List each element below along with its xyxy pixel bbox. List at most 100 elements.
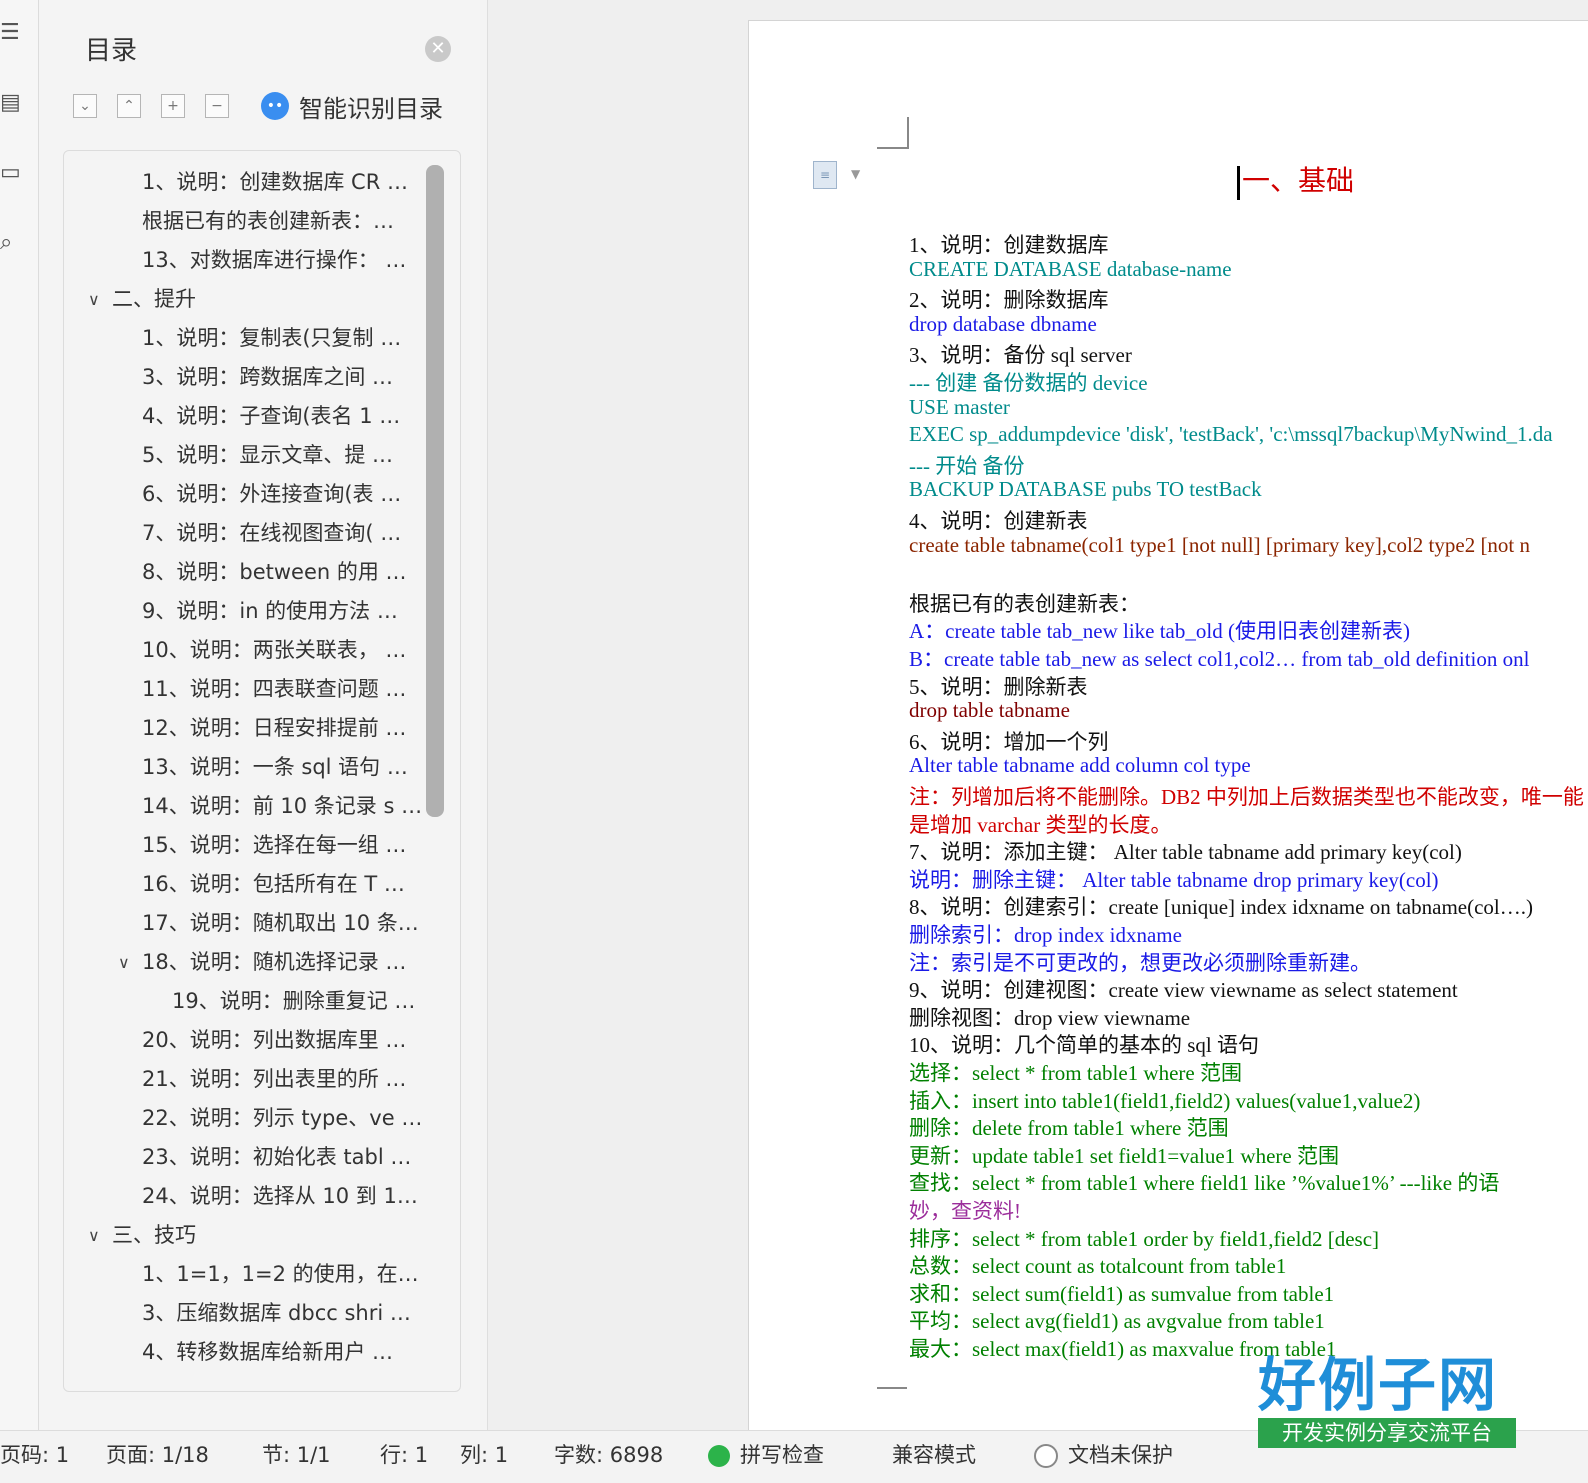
toc-item[interactable]: 15、说明：选择在每一组 … — [64, 826, 424, 865]
doc-line: 查找：select * from table1 where field1 lik… — [909, 1171, 1500, 1196]
doc-line: 5、说明：删除新表 — [909, 674, 1088, 699]
toc-item[interactable]: 24、说明：选择从 10 到 1 … — [64, 1177, 424, 1216]
document-page[interactable]: ≡ ▼ 一、基础 1、说明：创建数据库 CREATE DATABASE datab… — [748, 20, 1588, 1451]
list-icon[interactable]: ☰ — [0, 18, 20, 48]
chevron-down-icon[interactable]: ∨ — [118, 943, 130, 982]
toc-item[interactable]: 23、说明：初始化表 tabl … — [64, 1138, 424, 1177]
smart-toc-label: 智能识别目录 — [299, 94, 443, 123]
toc-item[interactable]: 9、说明：in 的使用方法 … — [64, 592, 424, 631]
toc-item[interactable]: 8、说明：between 的用 … — [64, 553, 424, 592]
doc-line: 9、说明：创建视图：create view viewname as select… — [909, 978, 1458, 1003]
toc-item[interactable]: 22、说明：列示 type、ve … — [64, 1099, 424, 1138]
doc-protect-button[interactable]: 文档未保护 — [1034, 1431, 1173, 1479]
toc-item[interactable]: 3、说明：跨数据库之间 … — [64, 358, 424, 397]
toc-item[interactable]: 19、说明：删除重复记 … — [64, 982, 424, 1021]
doc-line: 是增加 varchar 类型的长度。 — [909, 812, 1172, 837]
toc-item[interactable]: ∨ 二、提升 — [64, 280, 424, 319]
doc-line: Alter table tabname add column col type — [909, 753, 1251, 778]
spell-check-button[interactable]: 拼写检查 — [708, 1431, 824, 1479]
toc-item[interactable]: 10、说明：两张关联表， … — [64, 631, 424, 670]
toc-item-label: 4、说明：子查询(表名 1 … — [142, 404, 401, 428]
doc-line: 注：列增加后将不能删除。DB2 中列加上后数据类型也不能改变，唯一能 — [909, 785, 1584, 809]
doc-line: drop database dbname — [909, 311, 1097, 336]
toc-item[interactable]: 7、说明：在线视图查询( … — [64, 514, 424, 553]
toc-item-label: 19、说明：删除重复记 … — [172, 989, 416, 1013]
chevron-down-icon[interactable]: ∨ — [88, 1216, 100, 1255]
toc-item-label: 24、说明：选择从 10 到 1 … — [142, 1184, 424, 1208]
toc-item[interactable]: 4、转移数据库给新用户 … — [64, 1333, 424, 1372]
toc-item[interactable]: 13、说明：一条 sql 语句 … — [64, 748, 424, 787]
toc-list: 1、说明：创建数据库 CR … 根据已有的表创建新表：… 13、对数据库进行操作： … — [64, 163, 424, 1372]
toc-item[interactable]: 16、说明：包括所有在 T … — [64, 865, 424, 904]
toc-item[interactable]: 13、对数据库进行操作： … — [64, 241, 424, 280]
toc-scrollbar[interactable] — [424, 161, 446, 1381]
toc-item[interactable]: 20、说明：列出数据库里 … — [64, 1021, 424, 1060]
toc-item[interactable]: 1、说明：创建数据库 CR … — [64, 163, 424, 202]
doc-line: 删除视图：drop view viewname — [909, 1005, 1191, 1030]
toc-item[interactable]: 21、说明：列出表里的所 … — [64, 1060, 424, 1099]
doc-line: A：create table tab_new like tab_old (使用旧… — [909, 619, 1410, 644]
toc-item[interactable]: 5、说明：显示文章、提 … — [64, 436, 424, 475]
doc-heading: 一、基础 — [1237, 159, 1354, 200]
doc-heading-text: 一、基础 — [1242, 164, 1355, 197]
doc-line: 求和：select sum(field1) as sumvalue from t… — [909, 1281, 1335, 1306]
toc-item[interactable]: ∨ 三、技巧 — [64, 1216, 424, 1255]
chevron-down-icon[interactable]: ∨ — [88, 280, 100, 319]
doc-line: 删除索引：drop index idxname — [909, 923, 1182, 947]
toc-item-label: 13、说明：一条 sql 语句 … — [142, 755, 408, 779]
shield-icon — [1034, 1444, 1058, 1468]
minus-icon[interactable]: − — [205, 94, 229, 118]
toc-item[interactable]: 1、1=1，1=2 的使用，在 … — [64, 1255, 424, 1294]
doc-line: 根据已有的表创建新表： — [909, 591, 1140, 616]
status-page-code: 页码: 1 — [0, 1443, 70, 1467]
toc-item-label: 12、说明：日程安排提前 … — [142, 716, 407, 740]
smart-toc-button[interactable]: •• 智能识别目录 — [261, 89, 443, 124]
doc-line: 平均：select avg(field1) as avgvalue from t… — [909, 1309, 1325, 1334]
expand-all-icon[interactable]: ⌄ — [73, 94, 97, 118]
doc-line: 4、说明：创建新表 — [909, 509, 1088, 533]
status-row: 行: 1 — [380, 1443, 429, 1467]
status-page[interactable]: 页面: 1/18 — [106, 1431, 209, 1479]
toc-item[interactable]: ∨ 18、说明：随机选择记录 … — [64, 943, 424, 982]
toc-item[interactable]: 12、说明：日程安排提前 … — [64, 709, 424, 748]
ai-icon: •• — [261, 92, 289, 120]
toc-panel: 目录 ✕ ⌄ ⌃ + − •• 智能识别目录 1、说明：创建数据库 CR … 根据… — [39, 0, 488, 1430]
check-icon — [708, 1445, 730, 1467]
toc-scrollbar-thumb[interactable] — [426, 165, 444, 817]
toc-item[interactable]: 6、说明：外连接查询(表 … — [64, 475, 424, 514]
toc-item[interactable]: 4、说明：子查询(表名 1 … — [64, 397, 424, 436]
toc-item-label: 根据已有的表创建新表：… — [142, 209, 394, 233]
doc-line: 注：索引是不可更改的，想更改必须删除重新建。 — [909, 950, 1371, 975]
document-icon[interactable]: ▤ — [0, 88, 21, 118]
toc-item-label: 1、1=1，1=2 的使用，在 … — [142, 1262, 424, 1286]
toc-item-label: 5、说明：显示文章、提 … — [142, 443, 394, 467]
doc-line: 插入：insert into table1(field1,field2) val… — [909, 1088, 1421, 1113]
toc-item-label: 4、转移数据库给新用户 … — [142, 1340, 394, 1364]
toc-item[interactable]: 14、说明：前 10 条记录 s … — [64, 787, 424, 826]
toc-item[interactable]: 3、压缩数据库 dbcc shri … — [64, 1294, 424, 1333]
toc-item[interactable]: 1、说明：复制表(只复制 … — [64, 319, 424, 358]
toc-item[interactable]: 11、说明：四表联查问题 … — [64, 670, 424, 709]
status-word-count[interactable]: 字数: 6898 — [554, 1431, 663, 1479]
toc-item[interactable]: 根据已有的表创建新表：… — [64, 202, 424, 241]
logo-sub-text: 开发实例分享交流平台 — [1258, 1418, 1516, 1448]
collapse-all-icon[interactable]: ⌃ — [117, 94, 141, 118]
toc-title: 目录 — [85, 36, 138, 66]
search-icon[interactable]: ⌕ — [0, 228, 18, 258]
doc-line: 说明：删除主键： Alter table tabname drop primar… — [909, 867, 1439, 892]
plus-icon[interactable]: + — [161, 94, 185, 118]
close-icon[interactable]: ✕ — [425, 36, 451, 62]
doc-line: drop table tabname — [909, 698, 1070, 723]
text-caret — [1237, 165, 1240, 200]
doc-line: 6、说明：增加一个列 — [909, 729, 1109, 754]
page-options-icon[interactable]: ≡ — [813, 161, 837, 189]
left-icon-rail: ☰ ▤ ▭ ⌕ — [0, 0, 39, 1430]
toc-item[interactable]: 17、说明：随机取出 10 条 … — [64, 904, 424, 943]
watermark-logo: 好例子网 开发实例分享交流平台 — [1258, 1352, 1516, 1450]
bookmark-icon[interactable]: ▭ — [0, 158, 21, 188]
chevron-down-icon[interactable]: ▼ — [851, 167, 860, 181]
toc-item-label: 22、说明：列示 type、ve … — [142, 1106, 423, 1130]
toc-item-label: 9、说明：in 的使用方法 … — [142, 599, 398, 623]
doc-line: 8、说明：创建索引：create [unique] index idxname … — [909, 895, 1533, 920]
doc-line: CREATE DATABASE database-name — [909, 256, 1232, 281]
